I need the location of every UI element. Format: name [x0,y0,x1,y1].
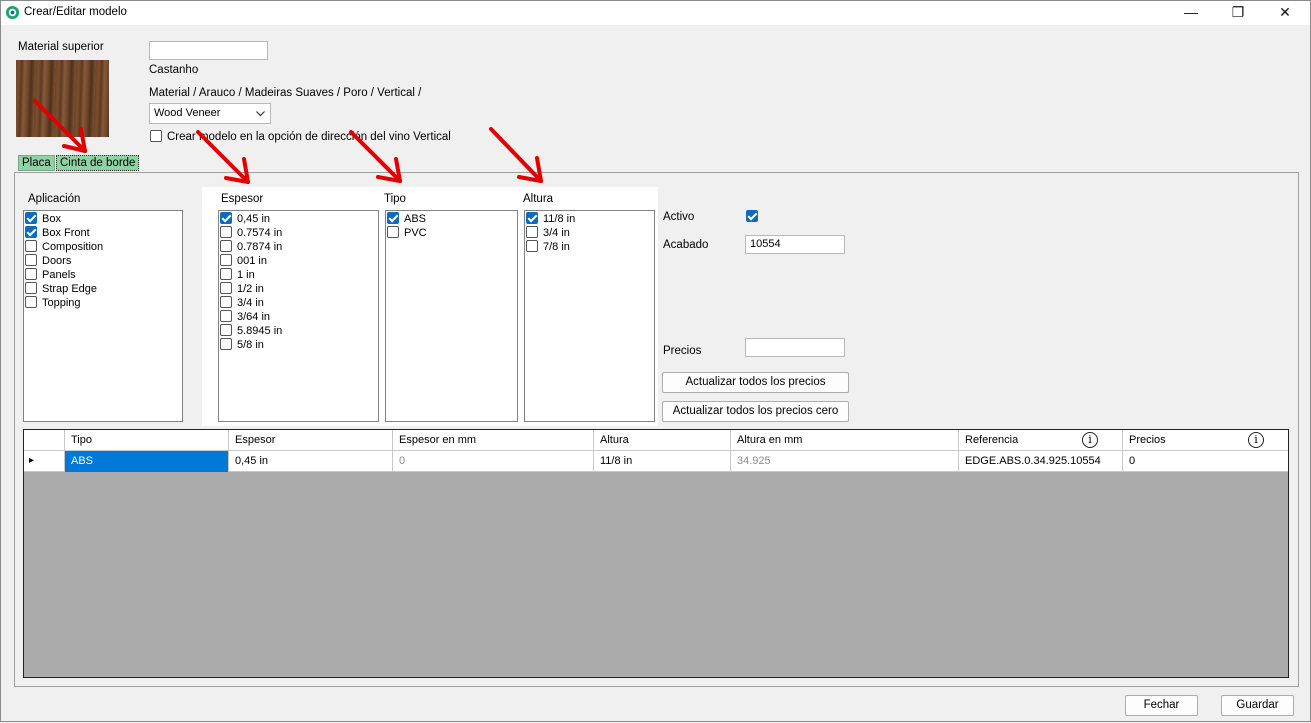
arrow-icon [349,130,402,183]
arrow-icon [489,127,543,183]
arrow-icon [196,130,250,184]
annotation-arrows [33,99,543,184]
arrow-icon [33,99,87,153]
dialog-window: Crear/Editar modelo — ❐ ✕ Material super… [0,0,1311,722]
